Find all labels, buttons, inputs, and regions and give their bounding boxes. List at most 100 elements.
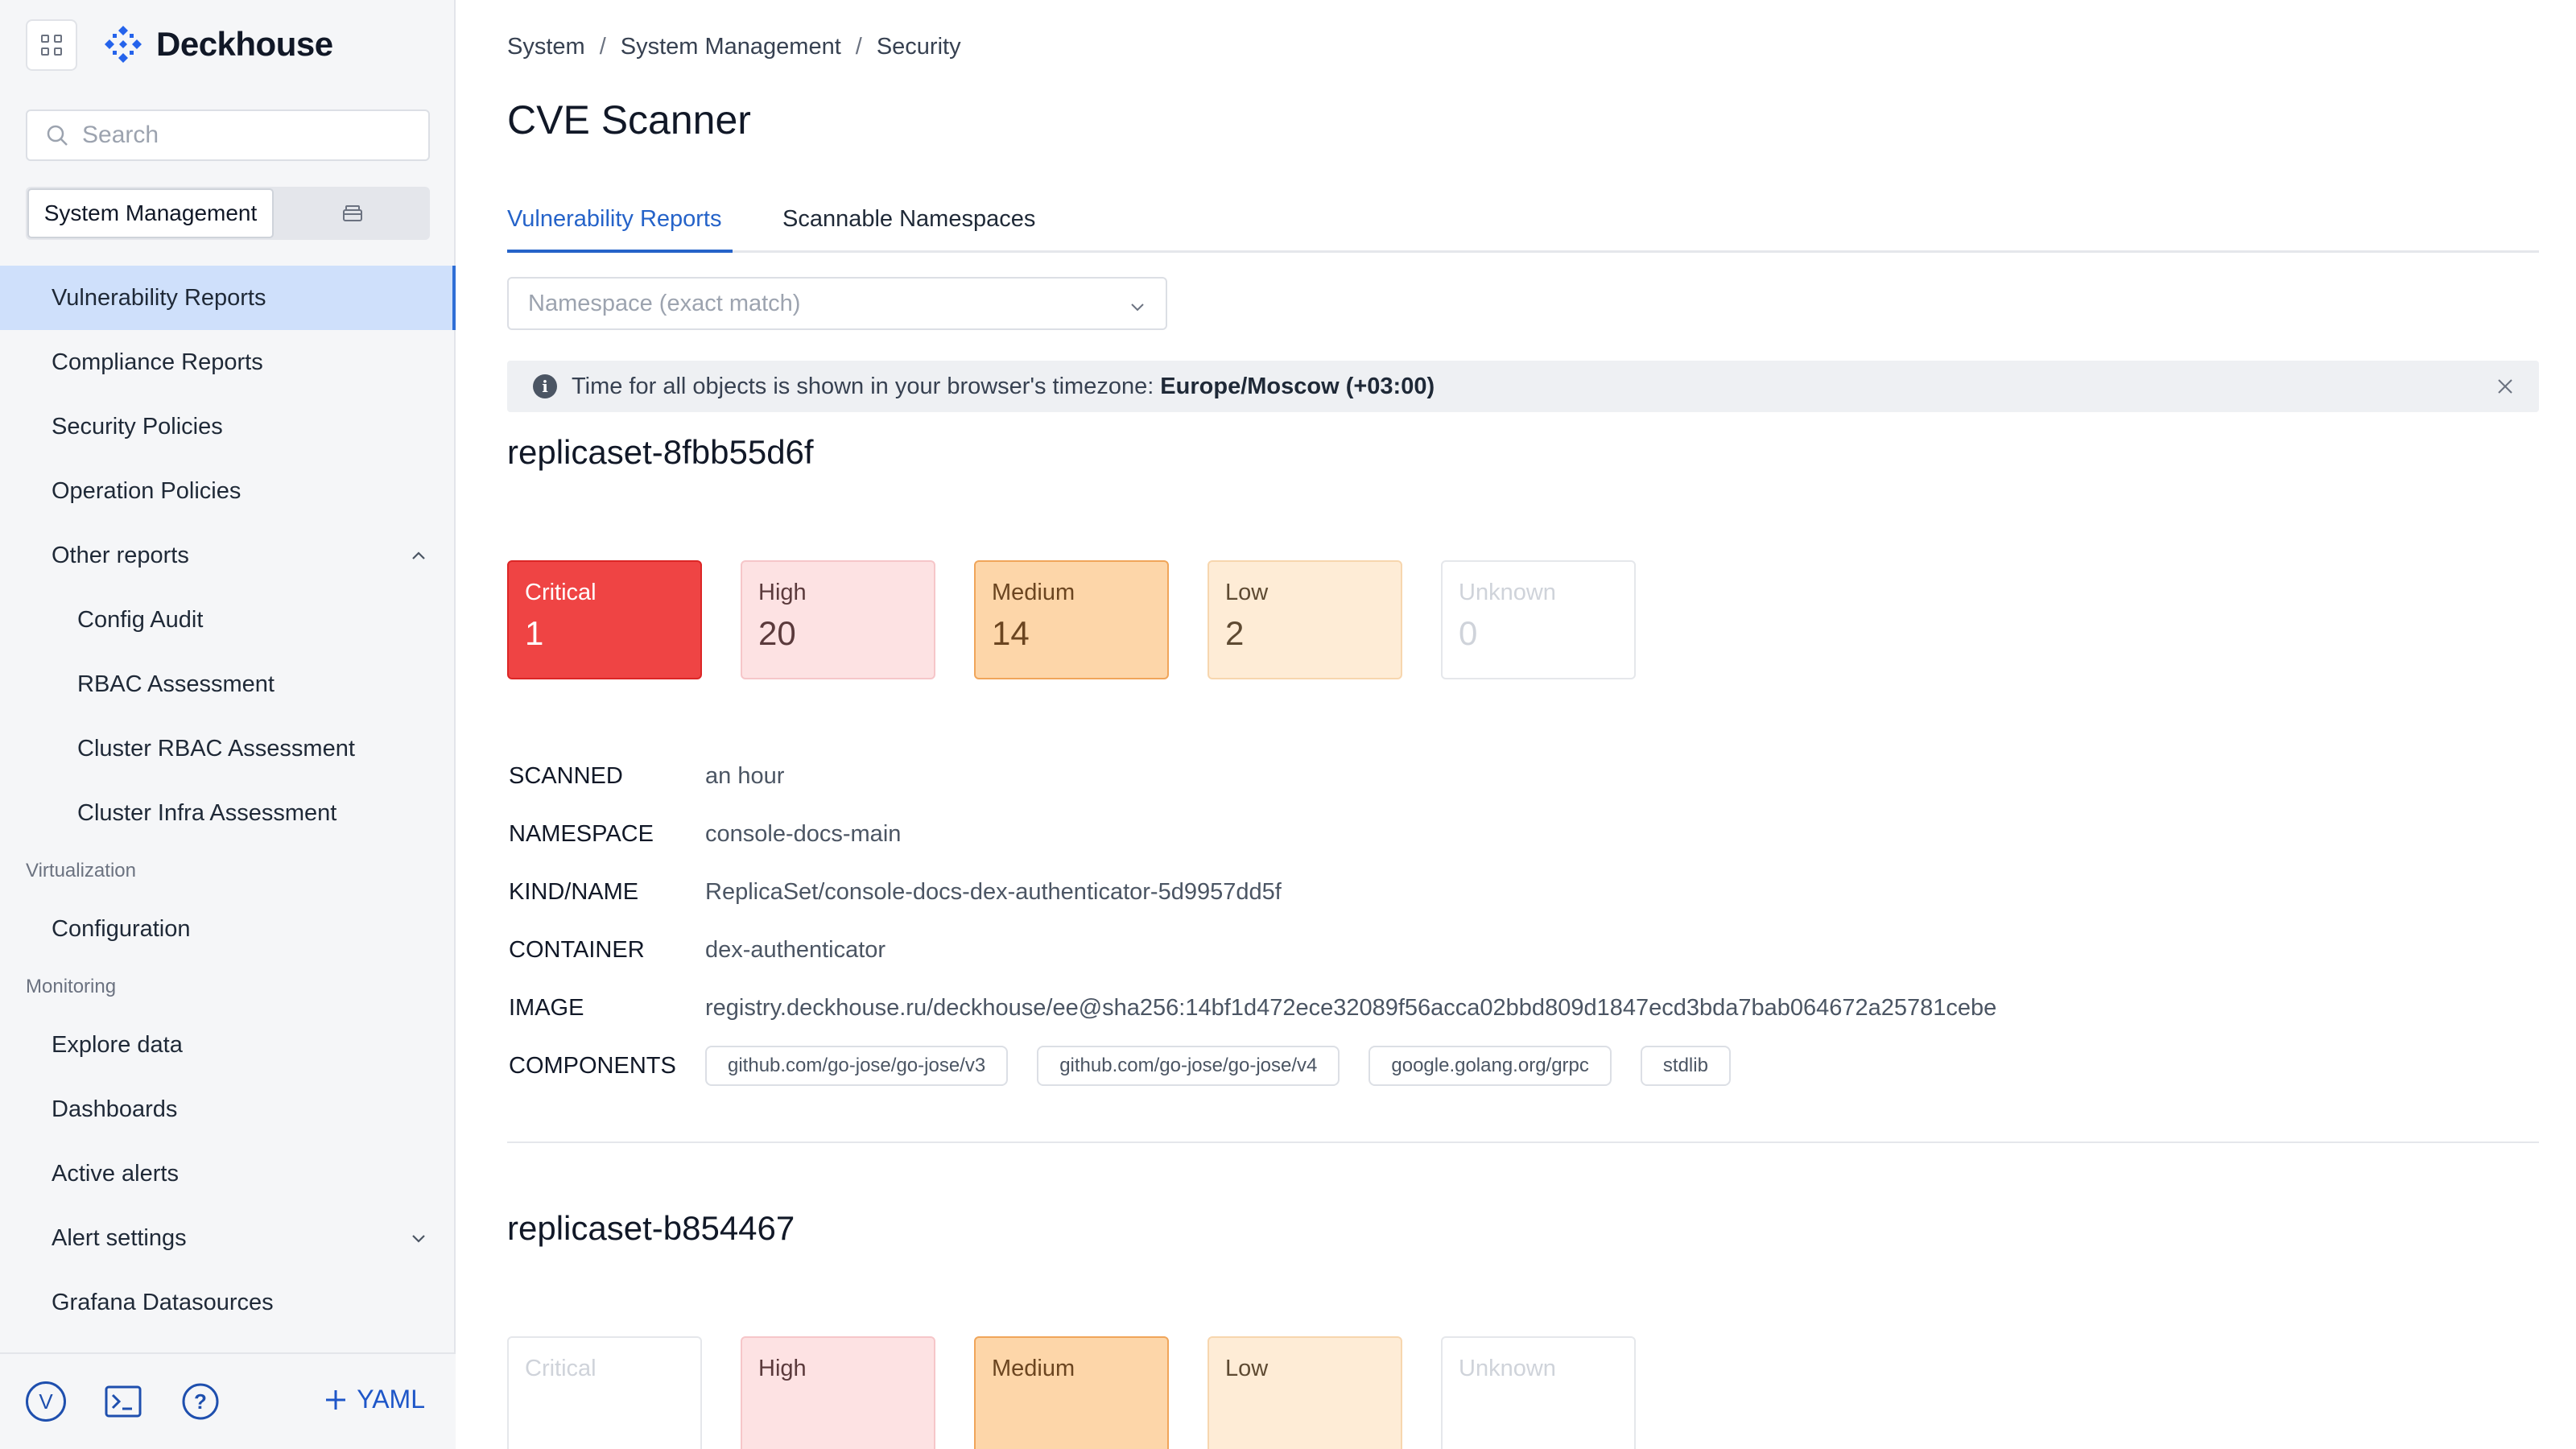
detail-value: ReplicaSet/console-docs-dex-authenticato… (705, 878, 1282, 905)
component-chip[interactable]: github.com/go-jose/go-jose/v4 (1037, 1046, 1340, 1086)
severity-label: High (758, 1356, 807, 1381)
severity-label: Unknown (1459, 1356, 1556, 1381)
component-chips: github.com/go-jose/go-jose/v3 github.com… (705, 1046, 1731, 1086)
detail-key: KIND/NAME (509, 878, 639, 905)
sidebar-nav: Vulnerability Reports Compliance Reports… (0, 266, 456, 1335)
sidebar-item-rbac-assessment[interactable]: RBAC Assessment (0, 652, 456, 716)
severity-card-critical[interactable]: Critical (507, 1336, 702, 1449)
severity-card-medium[interactable]: Medium 14 (974, 560, 1169, 679)
terminal-button[interactable] (103, 1381, 143, 1422)
detail-key: IMAGE (509, 994, 584, 1021)
breadcrumb-separator: / (599, 34, 606, 60)
breadcrumb-system[interactable]: System (507, 34, 585, 60)
help-button[interactable]: ? (180, 1381, 221, 1422)
sidebar-item-config-audit[interactable]: Config Audit (0, 588, 456, 652)
severity-count: 2 (1225, 614, 1245, 652)
severity-label: Medium (992, 1356, 1075, 1381)
sidebar-item-cluster-infra-assessment[interactable]: Cluster Infra Assessment (0, 781, 456, 845)
tab-scannable-namespaces[interactable]: Scannable Namespaces (782, 206, 1035, 253)
svg-text:?: ? (194, 1389, 207, 1414)
user-avatar[interactable]: V (26, 1381, 66, 1422)
report-divider (507, 1141, 2539, 1143)
severity-card-medium[interactable]: Medium (974, 1336, 1169, 1449)
search-icon (47, 125, 68, 146)
sidebar-item-cluster-rbac-assessment[interactable]: Cluster RBAC Assessment (0, 716, 456, 781)
sidebar-item-dashboards[interactable]: Dashboards (0, 1077, 456, 1141)
severity-card-low[interactable]: Low (1208, 1336, 1402, 1449)
severity-cards: Critical High Medium Low Unknown (507, 1336, 1636, 1449)
banner-timezone: Europe/Moscow (+03:00) (1160, 373, 1435, 399)
severity-card-high[interactable]: High 20 (741, 560, 935, 679)
apps-grid-button[interactable] (26, 19, 77, 71)
help-icon: ? (182, 1383, 219, 1420)
severity-label: Medium (992, 580, 1075, 605)
tabs: Vulnerability Reports Scannable Namespac… (507, 203, 2539, 253)
context-switch: System Management (26, 187, 430, 240)
archive-icon (343, 205, 362, 221)
severity-card-unknown[interactable]: Unknown 0 (1441, 560, 1636, 679)
create-yaml-button[interactable]: YAML (324, 1385, 425, 1414)
sidebar-item-configuration[interactable]: Configuration (0, 897, 456, 961)
sidebar-item-label: Explore data (52, 1031, 183, 1058)
breadcrumb-security[interactable]: Security (877, 34, 961, 60)
search-input[interactable] (82, 122, 404, 149)
info-icon: i (533, 374, 557, 398)
close-icon[interactable] (2496, 377, 2515, 396)
component-chip[interactable]: stdlib (1640, 1046, 1731, 1086)
report-title[interactable]: replicaset-b854467 (507, 1209, 795, 1248)
sidebar-item-operation-policies[interactable]: Operation Policies (0, 459, 456, 523)
severity-count: 0 (1459, 614, 1478, 652)
sidebar-item-active-alerts[interactable]: Active alerts (0, 1141, 456, 1206)
sidebar-item-label: Vulnerability Reports (52, 284, 266, 311)
report-title[interactable]: replicaset-8fbb55d6f (507, 433, 814, 472)
breadcrumb-separator: / (855, 34, 862, 60)
nav-group-virtualization: Virtualization (26, 860, 136, 881)
severity-card-high[interactable]: High (741, 1336, 935, 1449)
sidebar-item-vulnerability-reports[interactable]: Vulnerability Reports (0, 266, 456, 330)
search-box[interactable] (26, 109, 430, 161)
detail-key: CONTAINER (509, 936, 645, 963)
severity-cards: Critical 1 High 20 Medium 14 Low 2 Unkno… (507, 560, 1636, 679)
sidebar-item-label: Active alerts (52, 1160, 179, 1187)
namespace-select[interactable]: Namespace (exact match) (507, 277, 1167, 330)
chevron-down-icon (1131, 303, 1144, 312)
report-details: SCANNED an hour NAMESPACE console-docs-m… (509, 747, 2441, 1095)
sidebar-item-label: Other reports (52, 542, 189, 568)
detail-key: NAMESPACE (509, 820, 654, 847)
severity-card-low[interactable]: Low 2 (1208, 560, 1402, 679)
severity-card-unknown[interactable]: Unknown (1441, 1336, 1636, 1449)
component-chip[interactable]: github.com/go-jose/go-jose/v3 (705, 1046, 1009, 1086)
detail-value: registry.deckhouse.ru/deckhouse/ee@sha25… (705, 994, 1997, 1021)
sidebar-item-label: Cluster RBAC Assessment (77, 735, 355, 762)
detail-scanned: SCANNED an hour (509, 747, 2441, 805)
detail-key: SCANNED (509, 762, 623, 789)
severity-label: High (758, 580, 807, 605)
terminal-icon (105, 1385, 142, 1418)
sidebar-item-security-policies[interactable]: Security Policies (0, 394, 456, 459)
sidebar-item-compliance-reports[interactable]: Compliance Reports (0, 330, 456, 394)
context-system-management[interactable]: System Management (27, 188, 274, 238)
plus-icon (326, 1389, 346, 1410)
app-logo[interactable]: Deckhouse (101, 23, 333, 66)
severity-count: 20 (758, 614, 796, 652)
sidebar-item-alert-settings[interactable]: Alert settings (0, 1206, 456, 1270)
sidebar-item-label: Configuration (52, 915, 191, 942)
breadcrumb-system-management[interactable]: System Management (621, 34, 841, 60)
detail-container: CONTAINER dex-authenticator (509, 921, 2441, 979)
tab-vulnerability-reports[interactable]: Vulnerability Reports (507, 206, 733, 253)
severity-label: Unknown (1459, 580, 1556, 605)
namespace-placeholder: Namespace (exact match) (528, 290, 801, 316)
sidebar-item-grafana-datasources[interactable]: Grafana Datasources (0, 1270, 456, 1335)
severity-label: Critical (525, 580, 597, 605)
sidebar-item-explore-data[interactable]: Explore data (0, 1013, 456, 1077)
detail-image: IMAGE registry.deckhouse.ru/deckhouse/ee… (509, 979, 2441, 1037)
detail-namespace: NAMESPACE console-docs-main (509, 805, 2441, 863)
detail-components: COMPONENTS github.com/go-jose/go-jose/v3… (509, 1037, 2441, 1095)
detail-kind-name: KIND/NAME ReplicaSet/console-docs-dex-au… (509, 863, 2441, 921)
component-chip[interactable]: google.golang.org/grpc (1368, 1046, 1612, 1086)
nav-group-monitoring: Monitoring (26, 976, 117, 997)
severity-card-critical[interactable]: Critical 1 (507, 560, 702, 679)
context-other-button[interactable] (277, 188, 428, 238)
detail-value: console-docs-main (705, 820, 902, 847)
sidebar-item-other-reports[interactable]: Other reports (0, 523, 456, 588)
